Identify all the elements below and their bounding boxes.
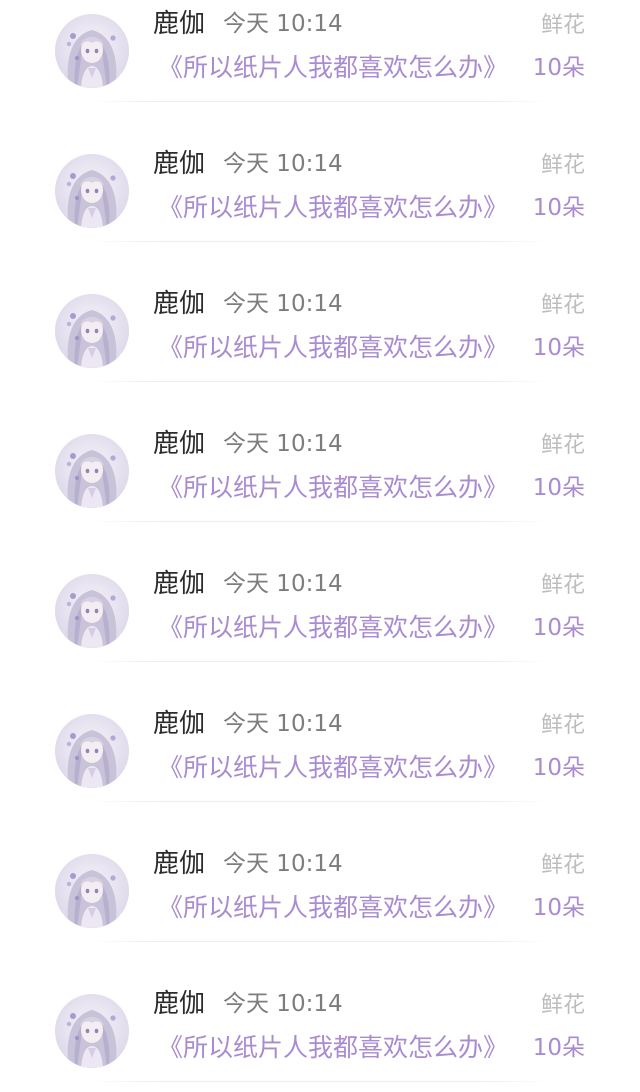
avatar-anime-girl-icon[interactable] <box>55 294 129 368</box>
gift-type-label: 鲜花 <box>540 293 585 318</box>
row-divider <box>90 1081 550 1082</box>
send-time: 今天 10:14 <box>223 851 343 877</box>
row-divider <box>90 521 550 522</box>
send-time: 今天 10:14 <box>223 571 343 597</box>
gift-count: 10朵 <box>532 895 585 921</box>
gift-record-row[interactable]: 鹿伽 今天 10:14 《所以纸片人我都喜欢怎么办》 鲜花 10朵 <box>0 532 640 672</box>
row-divider <box>90 801 550 802</box>
gift-type-label: 鲜花 <box>540 153 585 178</box>
sender-name: 鹿伽 <box>153 989 206 1019</box>
gift-count: 10朵 <box>532 335 585 361</box>
gift-type-label: 鲜花 <box>540 993 585 1018</box>
avatar-anime-girl-icon[interactable] <box>55 854 129 928</box>
book-title-link[interactable]: 《所以纸片人我都喜欢怎么办》 <box>158 51 508 85</box>
gift-count: 10朵 <box>532 195 585 221</box>
gift-count: 10朵 <box>532 55 585 81</box>
row-divider <box>90 101 550 102</box>
gift-record-row[interactable]: 鹿伽 今天 10:14 《所以纸片人我都喜欢怎么办》 鲜花 10朵 <box>0 812 640 952</box>
gift-count: 10朵 <box>532 475 585 501</box>
avatar-anime-girl-icon[interactable] <box>55 154 129 228</box>
gift-type-label: 鲜花 <box>540 573 585 598</box>
gift-type-label: 鲜花 <box>540 433 585 458</box>
book-title-link[interactable]: 《所以纸片人我都喜欢怎么办》 <box>158 1031 508 1065</box>
book-title-link[interactable]: 《所以纸片人我都喜欢怎么办》 <box>158 191 508 225</box>
book-title-link[interactable]: 《所以纸片人我都喜欢怎么办》 <box>158 611 508 645</box>
sender-name: 鹿伽 <box>153 569 206 599</box>
avatar-anime-girl-icon[interactable] <box>55 434 129 508</box>
sender-name: 鹿伽 <box>153 709 206 739</box>
gift-record-row[interactable]: 鹿伽 今天 10:14 《所以纸片人我都喜欢怎么办》 鲜花 10朵 <box>0 672 640 812</box>
sender-name: 鹿伽 <box>153 429 206 459</box>
send-time: 今天 10:14 <box>223 151 343 177</box>
avatar-anime-girl-icon[interactable] <box>55 994 129 1068</box>
avatar-anime-girl-icon[interactable] <box>55 714 129 788</box>
book-title-link[interactable]: 《所以纸片人我都喜欢怎么办》 <box>158 751 508 785</box>
gift-record-row[interactable]: 鹿伽 今天 10:14 《所以纸片人我都喜欢怎么办》 鲜花 10朵 <box>0 952 640 1092</box>
gift-record-list: 鹿伽 今天 10:14 《所以纸片人我都喜欢怎么办》 鲜花 10朵 鹿伽 今天 … <box>0 0 640 1092</box>
sender-name: 鹿伽 <box>153 9 206 39</box>
avatar-anime-girl-icon[interactable] <box>55 14 129 88</box>
sender-name: 鹿伽 <box>153 149 206 179</box>
book-title-link[interactable]: 《所以纸片人我都喜欢怎么办》 <box>158 471 508 505</box>
avatar-anime-girl-icon[interactable] <box>55 574 129 648</box>
gift-count: 10朵 <box>532 1035 585 1061</box>
gift-count: 10朵 <box>532 755 585 781</box>
gift-type-label: 鲜花 <box>540 13 585 38</box>
row-divider <box>90 661 550 662</box>
sender-name: 鹿伽 <box>153 849 206 879</box>
row-divider <box>90 941 550 942</box>
book-title-link[interactable]: 《所以纸片人我都喜欢怎么办》 <box>158 891 508 925</box>
sender-name: 鹿伽 <box>153 289 206 319</box>
send-time: 今天 10:14 <box>223 11 343 37</box>
gift-record-row[interactable]: 鹿伽 今天 10:14 《所以纸片人我都喜欢怎么办》 鲜花 10朵 <box>0 392 640 532</box>
gift-type-label: 鲜花 <box>540 853 585 878</box>
send-time: 今天 10:14 <box>223 711 343 737</box>
gift-type-label: 鲜花 <box>540 713 585 738</box>
send-time: 今天 10:14 <box>223 291 343 317</box>
row-divider <box>90 381 550 382</box>
send-time: 今天 10:14 <box>223 431 343 457</box>
gift-record-row[interactable]: 鹿伽 今天 10:14 《所以纸片人我都喜欢怎么办》 鲜花 10朵 <box>0 0 640 112</box>
gift-record-row[interactable]: 鹿伽 今天 10:14 《所以纸片人我都喜欢怎么办》 鲜花 10朵 <box>0 252 640 392</box>
gift-count: 10朵 <box>532 615 585 641</box>
send-time: 今天 10:14 <box>223 991 343 1017</box>
book-title-link[interactable]: 《所以纸片人我都喜欢怎么办》 <box>158 331 508 365</box>
row-divider <box>90 241 550 242</box>
gift-record-row[interactable]: 鹿伽 今天 10:14 《所以纸片人我都喜欢怎么办》 鲜花 10朵 <box>0 112 640 252</box>
